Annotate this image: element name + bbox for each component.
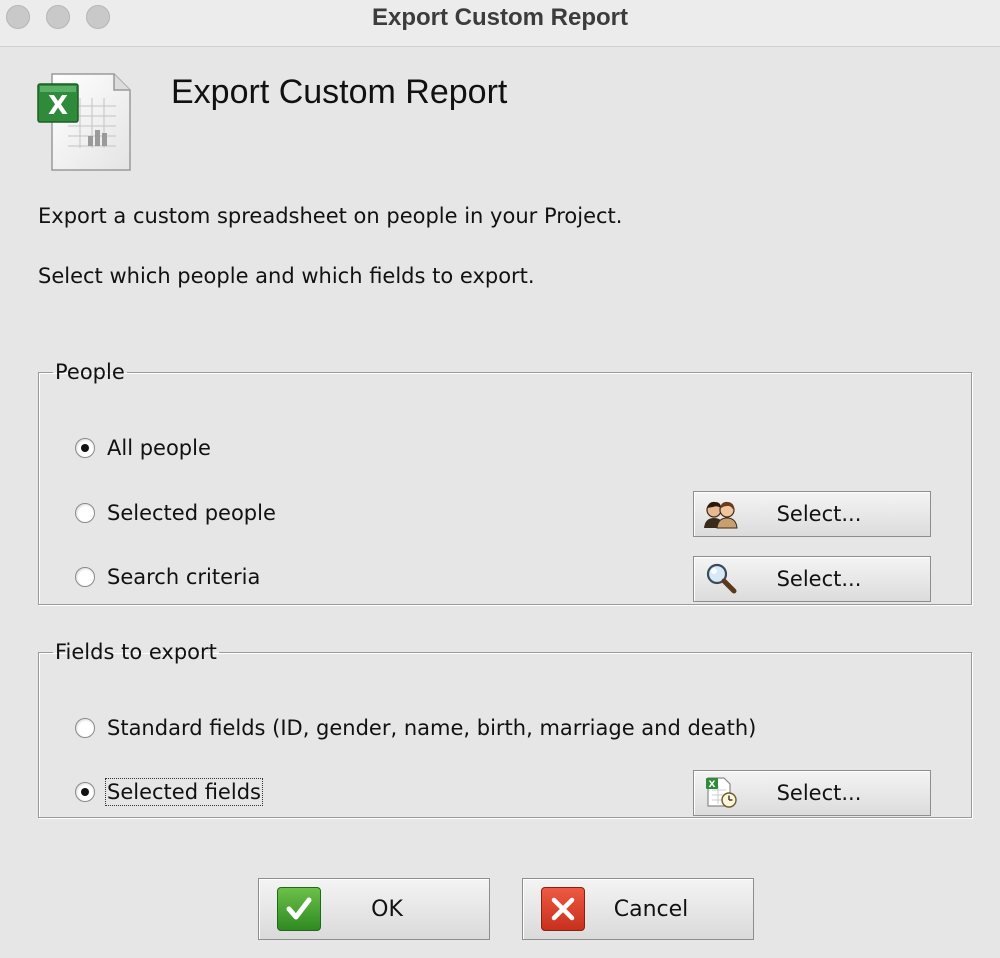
radio-standard-fields[interactable]: Standard fields (ID, gender, name, birth… (75, 713, 756, 743)
window-titlebar: Export Custom Report (0, 0, 1000, 47)
window-title: Export Custom Report (371, 4, 628, 31)
select-criteria-button[interactable]: Select... (693, 556, 931, 602)
description-line-2: Select which people and which fields to … (38, 264, 535, 288)
ok-label: OK (371, 896, 403, 922)
radio-label: Search criteria (107, 565, 261, 589)
people-group: People All people Selected people Search… (38, 360, 972, 605)
select-people-button[interactable]: Select... (693, 491, 931, 537)
svg-text:X: X (48, 91, 68, 121)
radio-button[interactable] (75, 567, 95, 587)
spreadsheet-clock-icon: X (700, 776, 742, 810)
radio-button[interactable] (75, 718, 95, 738)
radio-label: Selected fields (105, 778, 263, 806)
excel-spreadsheet-icon: X (36, 72, 136, 174)
select-fields-label: Select... (776, 781, 862, 805)
cancel-button[interactable]: Cancel (522, 878, 754, 940)
fields-to-export-group: Fields to export Standard fields (ID, ge… (38, 640, 972, 818)
radio-search-criteria[interactable]: Search criteria (75, 562, 260, 592)
select-fields-button[interactable]: X Select... (693, 770, 931, 816)
select-people-label: Select... (776, 502, 862, 526)
radio-button-checked[interactable] (75, 782, 95, 802)
people-legend: People (55, 360, 125, 384)
svg-text:X: X (709, 780, 716, 790)
radio-button[interactable] (75, 503, 95, 523)
checkmark-icon (277, 887, 321, 931)
dialog-heading: Export Custom Report (171, 73, 508, 111)
select-criteria-label: Select... (776, 567, 862, 591)
description-line-1: Export a custom spreadsheet on people in… (38, 204, 623, 228)
cancel-label: Cancel (613, 896, 689, 922)
radio-all-people[interactable]: All people (75, 433, 211, 463)
people-icon (700, 497, 742, 531)
fields-legend: Fields to export (55, 640, 217, 664)
ok-button[interactable]: OK (258, 878, 490, 940)
radio-label: Selected people (107, 501, 276, 525)
radio-selected-fields[interactable]: Selected fields (75, 777, 263, 807)
radio-selected-people[interactable]: Selected people (75, 498, 276, 528)
magnifier-icon (700, 562, 742, 596)
radio-label: Standard fields (ID, gender, name, birth… (107, 716, 757, 740)
radio-button-checked[interactable] (75, 438, 95, 458)
radio-label: All people (107, 436, 211, 460)
close-icon (541, 887, 585, 931)
